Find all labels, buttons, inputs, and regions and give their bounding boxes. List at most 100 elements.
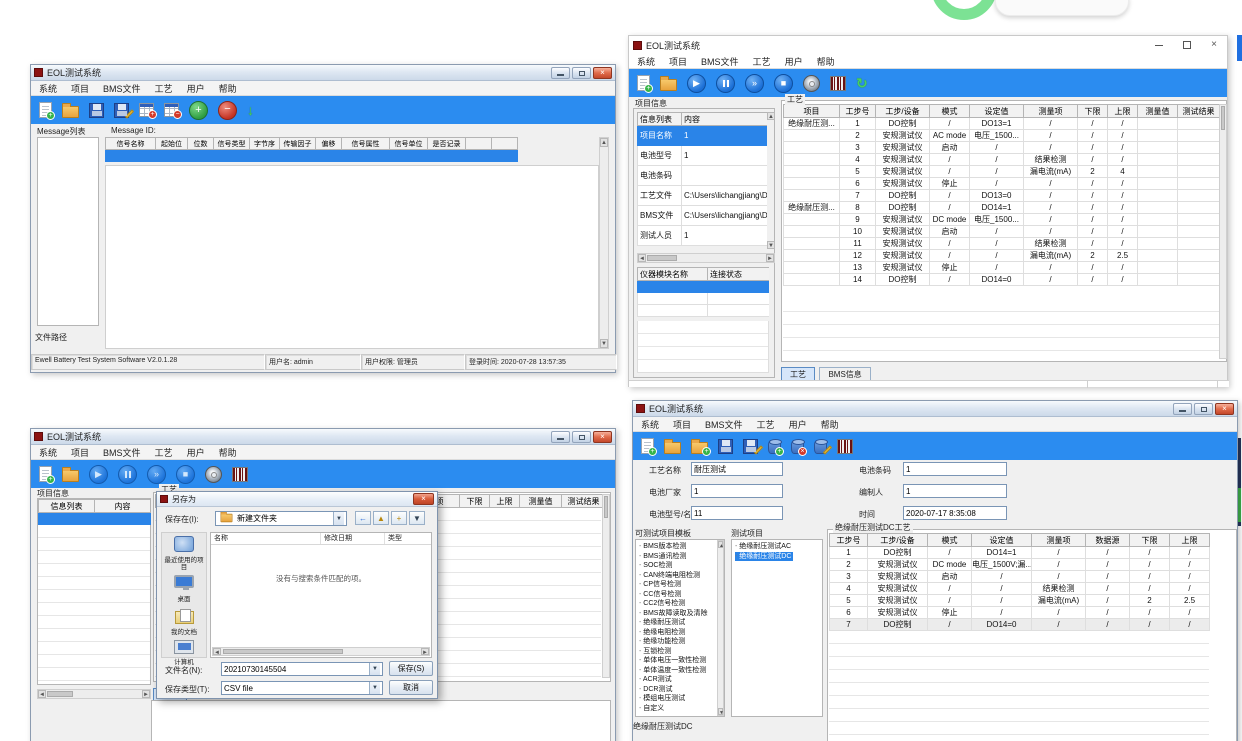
column-header[interactable]: 信息列表 xyxy=(39,500,95,513)
menu-item[interactable]: 项目 xyxy=(71,446,89,459)
process-name-field[interactable] xyxy=(691,462,783,476)
open-folder-icon[interactable] xyxy=(664,442,681,454)
column-header[interactable]: 上限 xyxy=(1108,105,1138,118)
column-header[interactable]: 工步/设备 xyxy=(868,534,928,547)
template-tree-item[interactable]: CC2信号检测 xyxy=(639,599,724,609)
column-header[interactable]: 下限 xyxy=(1130,534,1170,547)
db-delete-icon[interactable]: × xyxy=(791,440,804,454)
vertical-scrollbar[interactable]: ▲ ▼ xyxy=(599,137,609,349)
column-header[interactable]: 上限 xyxy=(490,495,520,508)
column-header[interactable]: 模式 xyxy=(928,534,972,547)
place-documents[interactable]: 我的文档 xyxy=(162,608,206,636)
menu-item[interactable]: 帮助 xyxy=(219,82,237,95)
table-row[interactable]: 10安规测试仪启动//// xyxy=(784,226,1220,238)
test-item[interactable]: 绝缘耐压测试DC xyxy=(735,552,793,562)
table-row[interactable]: BMS文件C:\Users\lichangjiang\Desktop\ xyxy=(638,206,768,226)
menu-item[interactable]: 工艺 xyxy=(155,82,173,95)
dialog-close-button[interactable]: × xyxy=(413,493,434,505)
menu-item[interactable]: BMS文件 xyxy=(701,55,739,68)
edit-icon[interactable] xyxy=(743,439,758,454)
stop-icon[interactable]: ■ xyxy=(774,74,793,93)
column-header[interactable]: 测量值 xyxy=(1138,105,1178,118)
new-folder-icon[interactable]: + xyxy=(391,511,407,525)
table-row[interactable]: 5安规测试仪//漏电流(mA)/22.5 xyxy=(830,595,1210,607)
table-row[interactable]: 12安规测试仪//漏电流(mA)22.5 xyxy=(784,250,1220,262)
import-table-icon[interactable]: + xyxy=(139,103,154,117)
column-header[interactable]: 上限 xyxy=(1170,534,1210,547)
column-header[interactable]: 信号类型 xyxy=(214,138,250,150)
db-add-icon[interactable]: + xyxy=(768,440,781,454)
template-tree-item[interactable]: CC信号检测 xyxy=(639,590,724,600)
column-header[interactable]: 测试结果 xyxy=(562,495,606,508)
column-header[interactable] xyxy=(466,138,492,150)
menu-item[interactable]: 帮助 xyxy=(219,446,237,459)
pause-icon[interactable] xyxy=(716,74,735,93)
dialog-title-bar[interactable]: 另存为 × xyxy=(157,492,437,507)
fast-forward-icon[interactable]: » xyxy=(147,465,166,484)
column-header[interactable]: 工步/设备 xyxy=(876,105,930,118)
menu-item[interactable]: 用户 xyxy=(187,82,205,95)
open-folder-icon[interactable] xyxy=(62,106,79,118)
column-header[interactable]: 连接状态 xyxy=(708,268,770,281)
table-row[interactable] xyxy=(638,281,770,293)
template-tree-item[interactable]: SOC检测 xyxy=(639,561,724,571)
template-tree-item[interactable]: BMS故障读取及清除 xyxy=(639,609,724,619)
new-file-icon[interactable]: + xyxy=(39,102,52,118)
maximize-button[interactable] xyxy=(572,431,591,443)
table-row[interactable]: 6安规测试仪停止///// xyxy=(830,607,1210,619)
minimize-button[interactable] xyxy=(1173,403,1192,415)
table-row[interactable] xyxy=(39,513,151,525)
stop-icon[interactable]: ■ xyxy=(176,465,195,484)
up-folder-icon[interactable]: ▲ xyxy=(373,511,389,525)
table-row[interactable]: 测试人员1 xyxy=(638,226,768,246)
close-button[interactable]: × xyxy=(1211,40,1217,50)
menu-item[interactable]: 项目 xyxy=(669,55,687,68)
menu-item[interactable]: 系统 xyxy=(641,418,659,431)
new-file-icon[interactable]: + xyxy=(641,438,654,454)
column-header[interactable]: 测试结果 xyxy=(1178,105,1220,118)
table-row[interactable]: 2安规测试仪AC mode电压_1500.../// xyxy=(784,130,1220,142)
play-icon[interactable]: ▶ xyxy=(89,465,108,484)
new-file-icon[interactable]: + xyxy=(637,75,650,91)
column-header[interactable]: 仪器模块名称 xyxy=(638,268,708,281)
signal-content-area[interactable] xyxy=(105,165,599,349)
column-header[interactable]: 内容 xyxy=(95,500,151,513)
menu-item[interactable]: 项目 xyxy=(673,418,691,431)
table-row[interactable]: 3安规测试仪启动//// xyxy=(784,142,1220,154)
table-row[interactable]: 5安规测试仪//漏电流(mA)24 xyxy=(784,166,1220,178)
column-header[interactable]: 工步号 xyxy=(840,105,876,118)
place-recent[interactable]: 最近使用的项目 xyxy=(162,536,206,571)
table-row[interactable]: 7DO控制/DO13=0/// xyxy=(784,190,1220,202)
column-header[interactable]: 下限 xyxy=(1078,105,1108,118)
menu-item[interactable]: BMS文件 xyxy=(705,418,743,431)
process-vscrollbar[interactable] xyxy=(1219,104,1227,359)
battery-model-field[interactable] xyxy=(691,506,783,520)
time-field[interactable] xyxy=(903,506,1007,520)
menu-item[interactable]: BMS文件 xyxy=(103,446,141,459)
column-header[interactable]: 测量项 xyxy=(1024,105,1078,118)
close-button[interactable]: × xyxy=(593,67,612,79)
test-item[interactable]: 绝缘耐压测试AC xyxy=(735,542,822,552)
scroll-down-arrow[interactable]: ▼ xyxy=(767,241,775,249)
battery-barcode-field[interactable] xyxy=(903,462,1007,476)
place-desktop[interactable]: 桌面 xyxy=(162,575,206,603)
template-tree-scrollbar[interactable]: ▲ ▼ xyxy=(717,540,724,716)
cancel-button[interactable]: 取消 xyxy=(389,680,433,695)
table-row[interactable]: 绝缘耐压测...8DO控制/DO14=1/// xyxy=(784,202,1220,214)
column-header[interactable]: 内容 xyxy=(682,113,768,126)
menu-item[interactable]: BMS文件 xyxy=(103,82,141,95)
title-bar[interactable]: EOL测试系统 × xyxy=(31,65,615,81)
refresh-icon[interactable]: ↻ xyxy=(856,75,868,91)
info-hscrollbar[interactable]: ◄ ► xyxy=(37,689,151,699)
menu-item[interactable]: 系统 xyxy=(39,446,57,459)
column-header[interactable]: 信号属性 xyxy=(342,138,390,150)
place-computer[interactable]: 计算机 xyxy=(162,640,206,666)
play-icon[interactable]: ▶ xyxy=(687,74,706,93)
menu-item[interactable]: 帮助 xyxy=(821,418,839,431)
menu-item[interactable]: 帮助 xyxy=(817,55,835,68)
filename-combo[interactable]: 20210730145504 ▼ xyxy=(221,662,383,676)
db-edit-icon[interactable] xyxy=(814,440,827,454)
template-tree-item[interactable]: BMS通讯检测 xyxy=(639,552,724,562)
template-tree-item[interactable]: 单体温度一致性检测 xyxy=(639,666,724,676)
template-tree-item[interactable]: 单体电压一致性检测 xyxy=(639,656,724,666)
